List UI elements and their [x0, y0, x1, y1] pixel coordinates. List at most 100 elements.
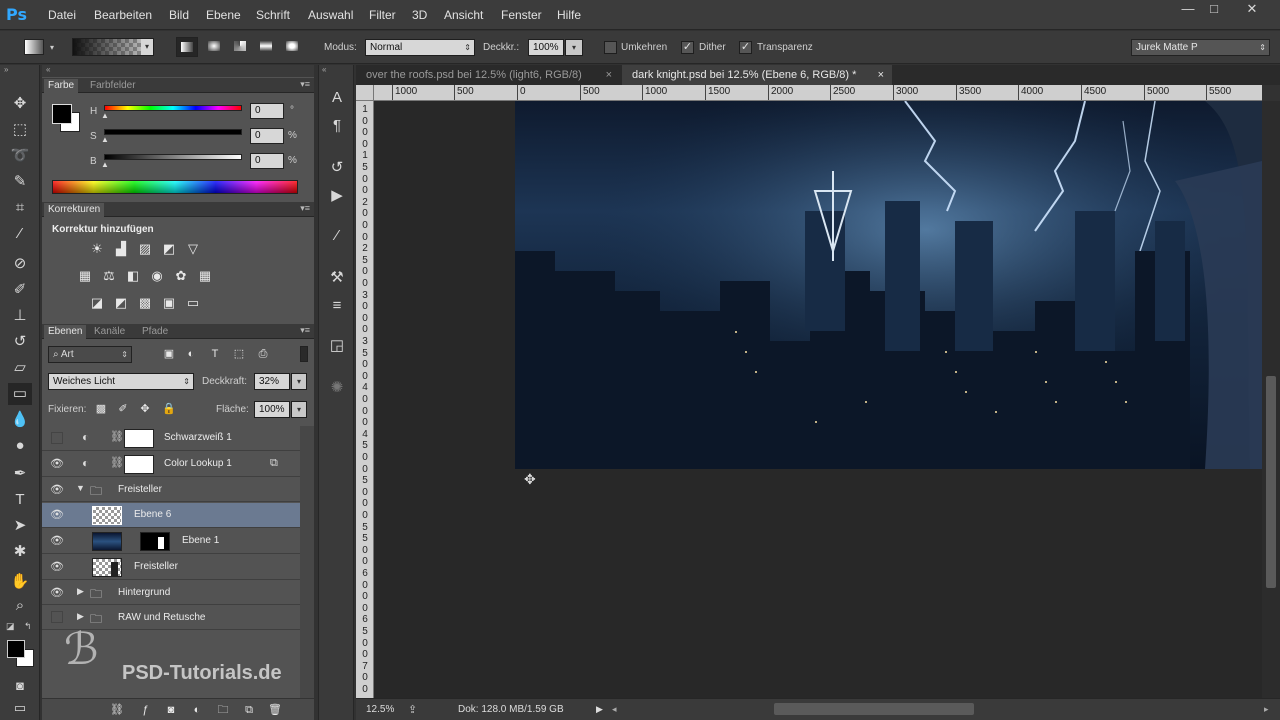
- layer-row[interactable]: 👁 ◐ ⛓ Color Lookup 1 ⧉: [42, 452, 300, 477]
- menu-auswahl[interactable]: Auswahl: [308, 8, 353, 22]
- character-panel-icon[interactable]: A: [326, 87, 348, 109]
- panel-menu-icon[interactable]: ▾≡: [300, 203, 310, 214]
- move-tool-icon[interactable]: ✥: [8, 93, 32, 115]
- diamond-gradient-button[interactable]: [282, 37, 304, 57]
- chevron-right-icon[interactable]: ▶: [77, 611, 84, 622]
- chevron-right-icon[interactable]: ▶: [77, 586, 84, 597]
- canvas-area[interactable]: ✥: [374, 101, 1262, 698]
- eyedropper-tool-icon[interactable]: ⁄: [8, 223, 32, 245]
- filter-shape-icon[interactable]: ⬚: [230, 346, 248, 362]
- collapse-icon[interactable]: «: [46, 65, 50, 74]
- tab-dark-knight[interactable]: dark knight.psd bei 12.5% (Ebene 6, RGB/…: [622, 65, 892, 85]
- chevron-down-icon[interactable]: ▾: [50, 43, 54, 52]
- eye-icon[interactable]: 👁: [48, 559, 66, 575]
- saturation-slider[interactable]: [104, 129, 242, 135]
- vertical-ruler[interactable]: 1000150020002500300035004000450050005500…: [356, 101, 374, 698]
- default-colors-icon[interactable]: ◪: [6, 621, 15, 632]
- gradient-map-icon[interactable]: ▭: [184, 295, 202, 311]
- layer-style-icon[interactable]: ƒ: [136, 702, 154, 718]
- layers-scrollbar[interactable]: [300, 426, 314, 698]
- tab-over-the-roofs[interactable]: over the roofs.psd bei 12.5% (light6, RG…: [356, 65, 620, 85]
- menu-ebene[interactable]: Ebene: [206, 8, 241, 22]
- group-row[interactable]: 👁 ▶ 🗀 Hintergrund: [42, 581, 300, 605]
- scroll-left-icon[interactable]: ◂: [612, 704, 617, 715]
- radial-gradient-button[interactable]: [204, 37, 226, 57]
- blur-tool-icon[interactable]: 💧: [8, 409, 32, 431]
- tab-korrekturen[interactable]: Korrekturen: [44, 203, 105, 217]
- panel-menu-icon[interactable]: ▾≡: [300, 79, 310, 90]
- gradient-tool-icon[interactable]: ▭: [8, 383, 32, 405]
- marquee-tool-icon[interactable]: ⬚: [8, 119, 32, 141]
- menu-fenster[interactable]: Fenster: [501, 8, 542, 22]
- reflected-gradient-button[interactable]: [256, 37, 278, 57]
- layer-row-selected[interactable]: 👁 Ebene 6: [42, 503, 300, 528]
- filter-type-icon[interactable]: T: [206, 346, 224, 362]
- selective-color-icon[interactable]: ▣: [160, 295, 178, 311]
- quick-selection-tool-icon[interactable]: ✎: [8, 171, 32, 193]
- crop-tool-icon[interactable]: ⌗: [8, 197, 32, 219]
- tab-farbe[interactable]: Farbe: [44, 79, 79, 93]
- clone-stamp-icon[interactable]: ⊥: [8, 305, 32, 327]
- tool-presets-icon[interactable]: ⚒: [326, 267, 348, 289]
- menu-filter[interactable]: Filter: [369, 8, 396, 22]
- b-input[interactable]: 0: [250, 153, 284, 169]
- scroll-right-icon[interactable]: ▸: [1264, 704, 1269, 715]
- slider-thumb-icon[interactable]: ▲: [101, 135, 109, 144]
- menu-bild[interactable]: Bild: [169, 8, 189, 22]
- photo-filter-icon[interactable]: ◉: [148, 268, 166, 284]
- lock-transparent-icon[interactable]: ▩: [92, 401, 110, 417]
- menu-datei[interactable]: Datei: [48, 8, 76, 22]
- vibrance-icon[interactable]: ▽: [184, 241, 202, 257]
- posterize-icon[interactable]: ◩: [112, 295, 130, 311]
- transparency-checkbox[interactable]: ✓: [739, 41, 752, 54]
- new-adjustment-icon[interactable]: ◐: [188, 702, 206, 718]
- invert-icon[interactable]: ◪: [88, 295, 106, 311]
- menu-schrift[interactable]: Schrift: [256, 8, 290, 22]
- filter-smart-object-icon[interactable]: ⎙: [254, 346, 272, 362]
- lock-position-icon[interactable]: ✥: [136, 401, 154, 417]
- dither-checkbox[interactable]: ✓: [681, 41, 694, 54]
- gradient-tool-icon[interactable]: [24, 39, 44, 55]
- path-selection-icon[interactable]: ➤: [8, 515, 32, 537]
- screen-mode-icon[interactable]: ▭: [8, 697, 32, 719]
- eye-icon[interactable]: 👁: [48, 585, 66, 601]
- swap-colors-icon[interactable]: ↰: [24, 621, 32, 632]
- angle-gradient-button[interactable]: [230, 37, 252, 57]
- blend-mode-select[interactable]: Weiches Licht ⇕: [48, 373, 194, 390]
- visibility-toggle[interactable]: [51, 611, 63, 623]
- fill-dropdown-button[interactable]: ▾: [291, 401, 307, 418]
- close-window-button[interactable]: ✕: [1240, 1, 1264, 17]
- zoom-tool-icon[interactable]: ⌕: [8, 595, 32, 617]
- lock-all-icon[interactable]: 🔒: [160, 401, 178, 417]
- slider-thumb-icon[interactable]: ▲: [101, 111, 109, 120]
- eye-icon[interactable]: 👁: [48, 507, 66, 523]
- layer-row[interactable]: 👁 Ebene 1: [42, 529, 300, 554]
- tab-kanaele[interactable]: Kanäle: [90, 325, 129, 339]
- color-lookup-icon[interactable]: ▦: [196, 268, 214, 284]
- h-input[interactable]: 0: [250, 103, 284, 119]
- s-input[interactable]: 0: [250, 128, 284, 144]
- navigator-panel-icon[interactable]: ✺: [326, 377, 348, 399]
- close-icon[interactable]: ×: [878, 65, 884, 85]
- maximize-button[interactable]: □: [1202, 1, 1226, 17]
- dodge-tool-icon[interactable]: ●: [8, 435, 32, 457]
- linear-gradient-button[interactable]: [176, 37, 198, 57]
- trash-icon[interactable]: 🗑: [266, 702, 284, 718]
- hue-slider[interactable]: [104, 105, 242, 111]
- mode-select[interactable]: Normal ⇕: [365, 39, 475, 56]
- menu-3d[interactable]: 3D: [412, 8, 427, 22]
- workspace-select[interactable]: Jurek Matte P ⇕: [1131, 39, 1270, 56]
- hue-saturation-icon[interactable]: ▦: [76, 268, 94, 284]
- channel-mixer-icon[interactable]: ✿: [172, 268, 190, 284]
- shape-tool-icon[interactable]: ✱: [8, 541, 32, 563]
- levels-icon[interactable]: ▟: [112, 241, 130, 257]
- layer-opacity-input[interactable]: 32%: [254, 373, 290, 390]
- tab-pfade[interactable]: Pfade: [138, 325, 172, 339]
- properties-panel-icon[interactable]: ≡: [326, 295, 348, 317]
- chevron-down-icon[interactable]: ▼: [76, 483, 85, 493]
- horizontal-scroll-thumb[interactable]: [774, 703, 974, 715]
- eye-icon[interactable]: 👁: [48, 456, 66, 472]
- color-balance-icon[interactable]: ⚖: [100, 268, 118, 284]
- exposure-icon[interactable]: ◩: [160, 241, 178, 257]
- threshold-icon[interactable]: ▩: [136, 295, 154, 311]
